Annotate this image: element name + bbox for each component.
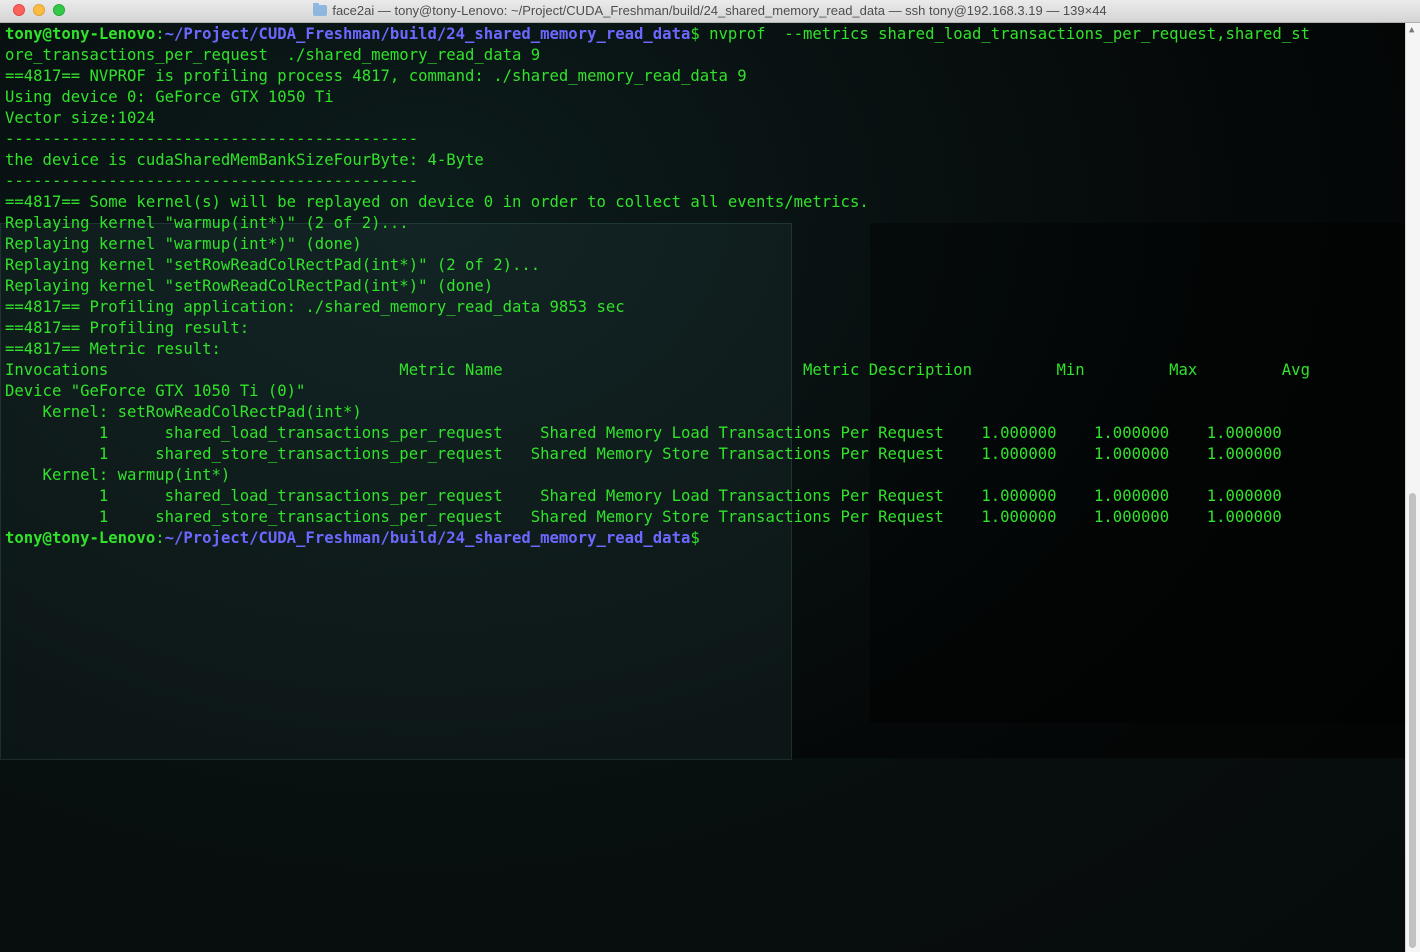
output-line: ==4817== Profiling application: ./shared… bbox=[5, 298, 625, 316]
window-title-text: face2ai — tony@tony-Lenovo: ~/Project/CU… bbox=[332, 3, 1107, 18]
prompt-path: ~/Project/CUDA_Freshman/build/24_shared_… bbox=[164, 25, 691, 43]
metric-row: 1 shared_store_transactions_per_request … bbox=[5, 508, 1282, 526]
command-line-wrap: ore_transactions_per_request ./shared_me… bbox=[5, 46, 541, 64]
metric-row: 1 shared_store_transactions_per_request … bbox=[5, 445, 1282, 463]
terminal-content[interactable]: tony@tony-Lenovo:~/Project/CUDA_Freshman… bbox=[0, 23, 1406, 952]
metric-row: 1 shared_load_transactions_per_request S… bbox=[5, 424, 1282, 442]
folder-icon bbox=[313, 3, 328, 16]
kernel-line: Kernel: warmup(int*) bbox=[5, 466, 231, 484]
output-line: Replaying kernel "setRowReadColRectPad(i… bbox=[5, 277, 494, 295]
metrics-table-header: Invocations Metric Name Metric Descripti… bbox=[5, 361, 1310, 379]
separator-line: ----------------------------------------… bbox=[5, 130, 419, 148]
output-line: ==4817== Metric result: bbox=[5, 340, 221, 358]
window-title: face2ai — tony@tony-Lenovo: ~/Project/CU… bbox=[0, 3, 1420, 18]
terminal-window: face2ai — tony@tony-Lenovo: ~/Project/CU… bbox=[0, 0, 1420, 952]
separator-line: ----------------------------------------… bbox=[5, 172, 419, 190]
prompt-path: ~/Project/CUDA_Freshman/build/24_shared_… bbox=[164, 529, 691, 547]
output-line: ==4817== NVPROF is profiling process 481… bbox=[5, 67, 747, 85]
prompt-line[interactable]: tony@tony-Lenovo:~/Project/CUDA_Freshman… bbox=[5, 528, 1310, 549]
output-line: Using device 0: GeForce GTX 1050 Ti bbox=[5, 88, 334, 106]
output-line: Replaying kernel "warmup(int*)" (done) bbox=[5, 235, 362, 253]
output-line: Replaying kernel "setRowReadColRectPad(i… bbox=[5, 256, 541, 274]
kernel-line: Kernel: setRowReadColRectPad(int*) bbox=[5, 403, 362, 421]
device-line: Device "GeForce GTX 1050 Ti (0)" bbox=[5, 382, 306, 400]
scroll-up-arrow-icon[interactable]: ▲ bbox=[1409, 25, 1414, 35]
background-window-ghost bbox=[0, 758, 1406, 952]
command-text: nvprof --metrics shared_load_transaction… bbox=[699, 25, 1310, 43]
output-line: ==4817== Profiling result: bbox=[5, 319, 250, 337]
output-line: Vector size:1024 bbox=[5, 109, 156, 127]
prompt-user-host: tony@tony-Lenovo bbox=[5, 25, 156, 43]
title-bar[interactable]: face2ai — tony@tony-Lenovo: ~/Project/CU… bbox=[0, 0, 1420, 23]
metric-row: 1 shared_load_transactions_per_request S… bbox=[5, 487, 1282, 505]
terminal-output: tony@tony-Lenovo:~/Project/CUDA_Freshman… bbox=[5, 24, 1310, 549]
scrollbar-thumb[interactable] bbox=[1409, 493, 1416, 948]
prompt-user-host: tony@tony-Lenovo bbox=[5, 529, 156, 547]
output-line: ==4817== Some kernel(s) will be replayed… bbox=[5, 193, 869, 211]
vertical-scrollbar[interactable]: ▲ bbox=[1405, 23, 1420, 952]
output-line: the device is cudaSharedMemBankSizeFourB… bbox=[5, 151, 484, 169]
command-line: tony@tony-Lenovo:~/Project/CUDA_Freshman… bbox=[5, 25, 1310, 43]
output-line: Replaying kernel "warmup(int*)" (2 of 2)… bbox=[5, 214, 409, 232]
